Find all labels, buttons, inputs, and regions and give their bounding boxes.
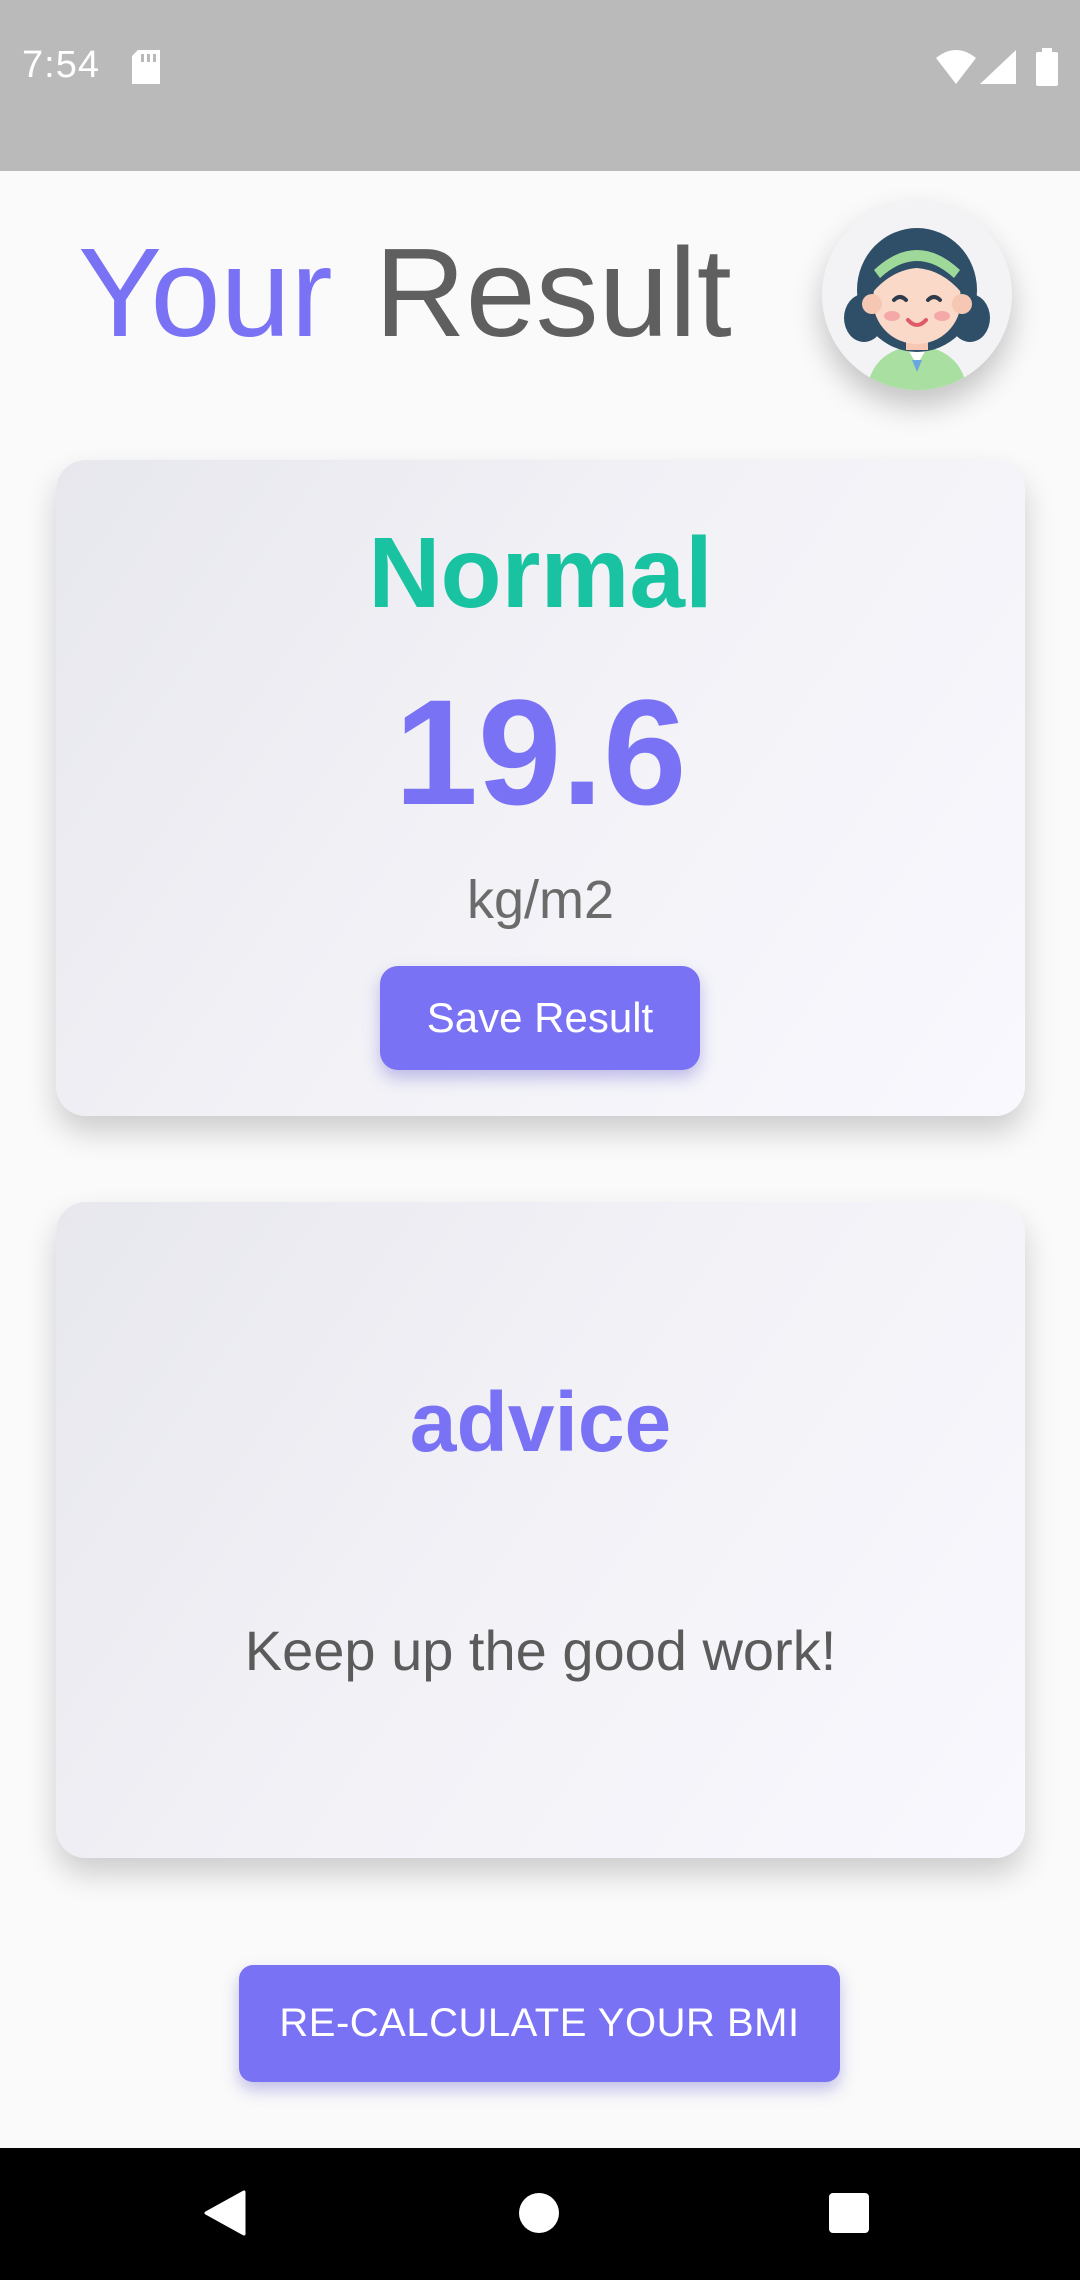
page-title: Your Result xyxy=(78,228,732,358)
save-result-button[interactable]: Save Result xyxy=(380,966,700,1070)
status-time: 7:54 xyxy=(22,44,100,86)
avatar-girl-icon xyxy=(844,228,990,390)
navigation-bar xyxy=(0,2148,1080,2280)
wifi-icon xyxy=(936,50,976,89)
title-your: Your xyxy=(78,222,333,363)
recents-icon[interactable] xyxy=(828,2192,870,2239)
sd-card-icon xyxy=(132,50,160,89)
battery-icon xyxy=(1036,48,1058,91)
bmi-status: Normal xyxy=(368,517,713,629)
title-result: Result xyxy=(374,222,732,363)
bmi-unit: kg/m2 xyxy=(466,870,615,930)
advice-card: advice Keep up the good work! xyxy=(56,1202,1025,1858)
bmi-value: 19.6 xyxy=(394,668,687,836)
recalculate-bmi-button[interactable]: RE-CALCULATE YOUR BMI xyxy=(239,1965,840,2082)
status-bar: 7:54 xyxy=(0,0,1080,171)
result-card: Normal 19.6 kg/m2 Save Result xyxy=(56,460,1025,1116)
home-icon[interactable] xyxy=(518,2192,560,2239)
cell-signal-icon xyxy=(980,50,1016,89)
advice-title: advice xyxy=(409,1375,672,1469)
avatar[interactable] xyxy=(822,200,1012,390)
back-icon[interactable] xyxy=(204,2190,246,2241)
advice-text: Keep up the good work! xyxy=(244,1619,837,1682)
